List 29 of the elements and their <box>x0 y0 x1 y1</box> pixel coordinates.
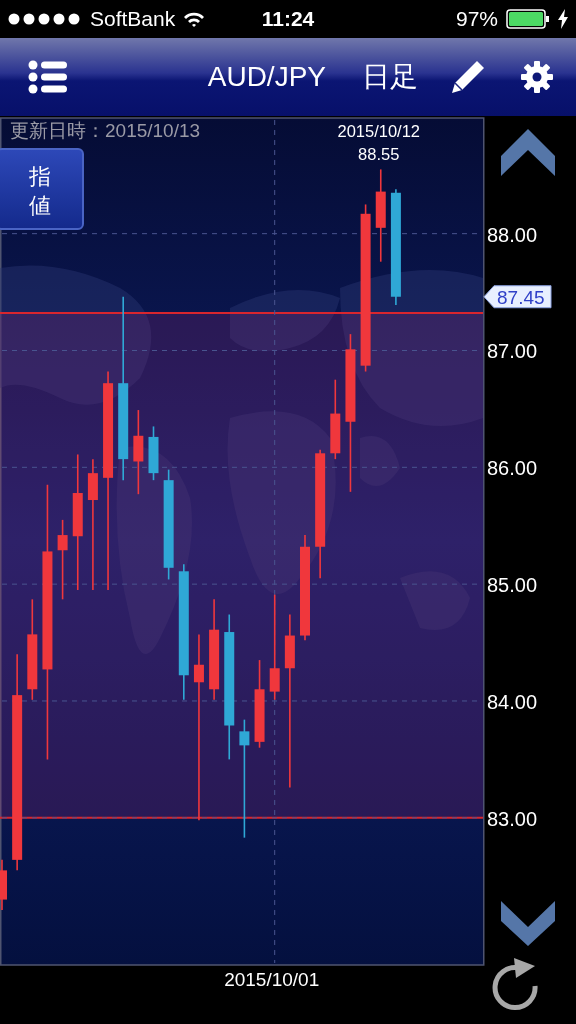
candlestick <box>0 859 7 911</box>
pencil-icon[interactable] <box>450 59 486 95</box>
peak-label: 2015/10/12 <box>337 122 421 141</box>
update-time-label: 更新日時：2015/10/13 <box>10 119 201 143</box>
scroll-down-icon[interactable] <box>501 901 555 946</box>
currency-pair-title: AUD/JPY <box>207 60 326 94</box>
settings-icon[interactable] <box>520 60 554 94</box>
limit-order-button[interactable]: 指値 <box>0 148 84 230</box>
peak-label: 88.55 <box>358 145 400 164</box>
period-selector[interactable]: 日足 <box>362 56 418 98</box>
signal-icon <box>8 13 82 25</box>
axis-tick-label: 86.00 <box>487 457 538 480</box>
axis-tick-label: 2015/10/01 <box>224 969 320 990</box>
refresh-icon[interactable] <box>492 958 538 1011</box>
current-price-tag: 87.45 <box>483 285 552 309</box>
menu-icon[interactable] <box>28 60 68 94</box>
scroll-up-icon[interactable] <box>501 129 555 176</box>
candlestick <box>148 425 159 481</box>
axis-tick-label: 83.00 <box>487 807 538 830</box>
axis-tick-label: 88.00 <box>487 223 538 246</box>
axis-tick-label: 84.00 <box>487 690 538 713</box>
wifi-icon <box>183 11 206 27</box>
battery-percent: 97% <box>455 6 498 33</box>
charging-icon <box>558 9 568 29</box>
axis-tick-label: 85.00 <box>487 574 538 597</box>
battery-icon <box>506 9 550 29</box>
axis-tick-label: 87.00 <box>487 340 538 363</box>
clock-time: 11:24 <box>261 7 315 31</box>
carrier-name: SoftBank <box>90 6 176 33</box>
